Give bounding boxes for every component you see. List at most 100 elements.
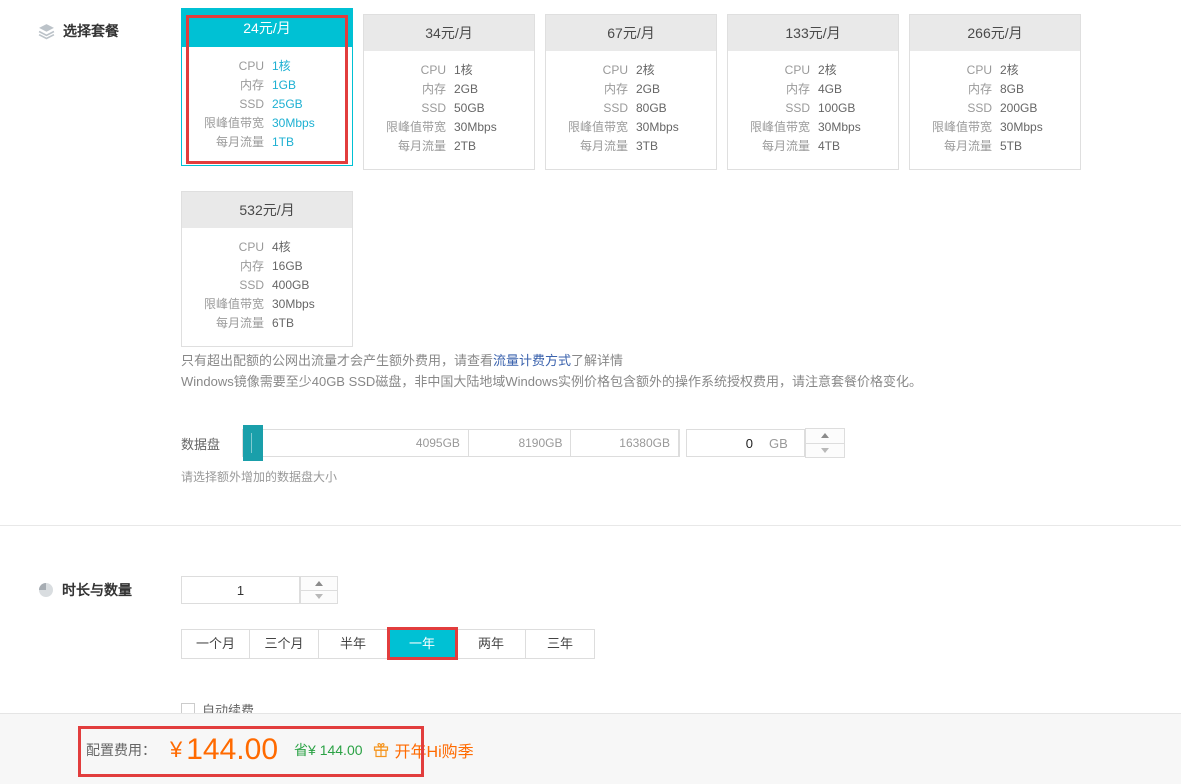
duration-section-title: 时长与数量 [38,580,132,600]
spec-value: 25GB [272,95,303,114]
spec-label: SSD [182,95,264,114]
arrow-up-icon [821,433,829,438]
purchase-page: 选择套餐 24元/月 CPU1核 内存1GB SSD25GB 限峰值带宽30Mb… [0,0,1181,784]
spec-value: 30Mbps [818,118,861,137]
spec-value: 1TB [272,133,294,152]
data-disk-spinner [805,428,845,458]
package-card-67[interactable]: 67元/月 CPU2核 内存2GB SSD80GB 限峰值带宽30Mbps 每月… [545,14,717,170]
quantity-spin-down-button[interactable] [300,591,338,605]
spec-label: 内存 [364,80,446,99]
quantity-spin-up-button[interactable] [300,576,338,591]
duration-1-year[interactable]: 一年 [388,629,457,659]
spec-value: 30Mbps [272,295,315,314]
data-disk-input[interactable] [687,436,753,451]
arrow-up-icon [315,581,323,586]
disk-spin-down-button[interactable] [805,444,845,459]
spec-value: 1核 [272,57,291,76]
package-section-title: 选择套餐 [38,21,119,41]
layers-icon [38,23,55,40]
spec-label: 每月流量 [182,314,264,333]
spec-value: 2核 [1000,61,1019,80]
package-notes: 只有超出配额的公网出流量才会产生额外费用，请查看流量计费方式了解详情 Windo… [181,350,922,392]
spec-label: 限峰值带宽 [546,118,628,137]
spec-value: 8GB [1000,80,1024,99]
spec-value: 30Mbps [636,118,679,137]
fee-label: 配置费用： [86,740,156,760]
package-card-list: 24元/月 CPU1核 内存1GB SSD25GB 限峰值带宽30Mbps 每月… [181,8,1093,362]
quantity-input[interactable] [182,577,299,603]
duration-half-year[interactable]: 半年 [319,629,388,659]
fee-currency: ¥ [170,737,182,763]
package-price: 266元/月 [910,15,1080,51]
fee-summary: 配置费用： ¥ 144.00 省¥ 144.00 开年Hi购季 [86,714,474,784]
spec-value: 80GB [636,99,667,118]
spec-value: 2核 [818,61,837,80]
package-card-532[interactable]: 532元/月 CPU4核 内存16GB SSD400GB 限峰值带宽30Mbps… [181,191,353,347]
package-card-24[interactable]: 24元/月 CPU1核 内存1GB SSD25GB 限峰值带宽30Mbps 每月… [181,8,353,166]
package-price: 133元/月 [728,15,898,51]
spec-value: 400GB [272,276,309,295]
quantity-spinner [300,576,338,604]
slider-mark: 16380GB [571,430,679,456]
spec-label: 每月流量 [546,137,628,156]
disk-spin-up-button[interactable] [805,428,845,444]
spec-label: CPU [182,57,264,76]
spec-label: 每月流量 [364,137,446,156]
section-title-text: 时长与数量 [62,580,132,600]
spec-label: 每月流量 [910,137,992,156]
arrow-down-icon [821,448,829,453]
spec-value: 100GB [818,99,855,118]
spec-label: SSD [546,99,628,118]
quantity-input-box [181,576,300,604]
spec-label: CPU [182,238,264,257]
spec-label: SSD [728,99,810,118]
slider-mark: 4095GB [243,430,469,456]
arrow-down-icon [315,594,323,599]
traffic-billing-link[interactable]: 流量计费方式 [493,353,571,368]
spec-value: 2GB [454,80,478,99]
spec-value: 30Mbps [1000,118,1043,137]
data-disk-helper-text: 请选择额外增加的数据盘大小 [181,468,337,485]
gift-icon [373,742,389,758]
spec-label: 内存 [182,76,264,95]
spec-label: 内存 [910,80,992,99]
spec-value: 1核 [454,61,473,80]
slider-mark: 8190GB [469,430,572,456]
data-disk-slider[interactable]: 4095GB 8190GB 16380GB [242,429,680,457]
package-price: 67元/月 [546,15,716,51]
duration-3-months[interactable]: 三个月 [250,629,319,659]
package-card-133[interactable]: 133元/月 CPU2核 内存4GB SSD100GB 限峰值带宽30Mbps … [727,14,899,170]
spec-label: 内存 [546,80,628,99]
pie-chart-icon [38,582,54,598]
duration-2-years[interactable]: 两年 [457,629,526,659]
package-card-34[interactable]: 34元/月 CPU1核 内存2GB SSD50GB 限峰值带宽30Mbps 每月… [363,14,535,170]
duration-1-month[interactable]: 一个月 [181,629,250,659]
spec-label: SSD [910,99,992,118]
note-line-2: Windows镜像需要至少40GB SSD磁盘，非中国大陆地域Windows实例… [181,371,922,392]
spec-value: 6TB [272,314,294,333]
spec-value: 3TB [636,137,658,156]
spec-label: 限峰值带宽 [364,118,446,137]
package-price: 24元/月 [182,9,352,47]
spec-label: 限峰值带宽 [728,118,810,137]
spec-label: CPU [910,61,992,80]
spec-label: 每月流量 [182,133,264,152]
quantity-control [181,576,338,604]
savings-text: 省¥ 144.00 [294,740,363,760]
package-card-266[interactable]: 266元/月 CPU2核 内存8GB SSD200GB 限峰值带宽30Mbps … [909,14,1081,170]
spec-value: 5TB [1000,137,1022,156]
data-disk-row: 数据盘 4095GB 8190GB 16380GB GB [181,428,845,458]
spec-value: 4核 [272,238,291,257]
spec-label: 内存 [728,80,810,99]
slider-handle[interactable] [243,425,263,461]
data-disk-label: 数据盘 [181,434,242,453]
spec-label: 限峰值带宽 [182,295,264,314]
duration-3-years[interactable]: 三年 [526,629,595,659]
spec-value: 2核 [636,61,655,80]
package-price: 34元/月 [364,15,534,51]
note-line-1: 只有超出配额的公网出流量才会产生额外费用，请查看流量计费方式了解详情 [181,350,922,371]
purchase-footer-bar: 配置费用： ¥ 144.00 省¥ 144.00 开年Hi购季 加入购物车 立即… [0,713,1181,784]
section-title-text: 选择套餐 [63,21,119,41]
spec-label: CPU [728,61,810,80]
duration-button-group: 一个月 三个月 半年 一年 两年 三年 [181,629,595,659]
